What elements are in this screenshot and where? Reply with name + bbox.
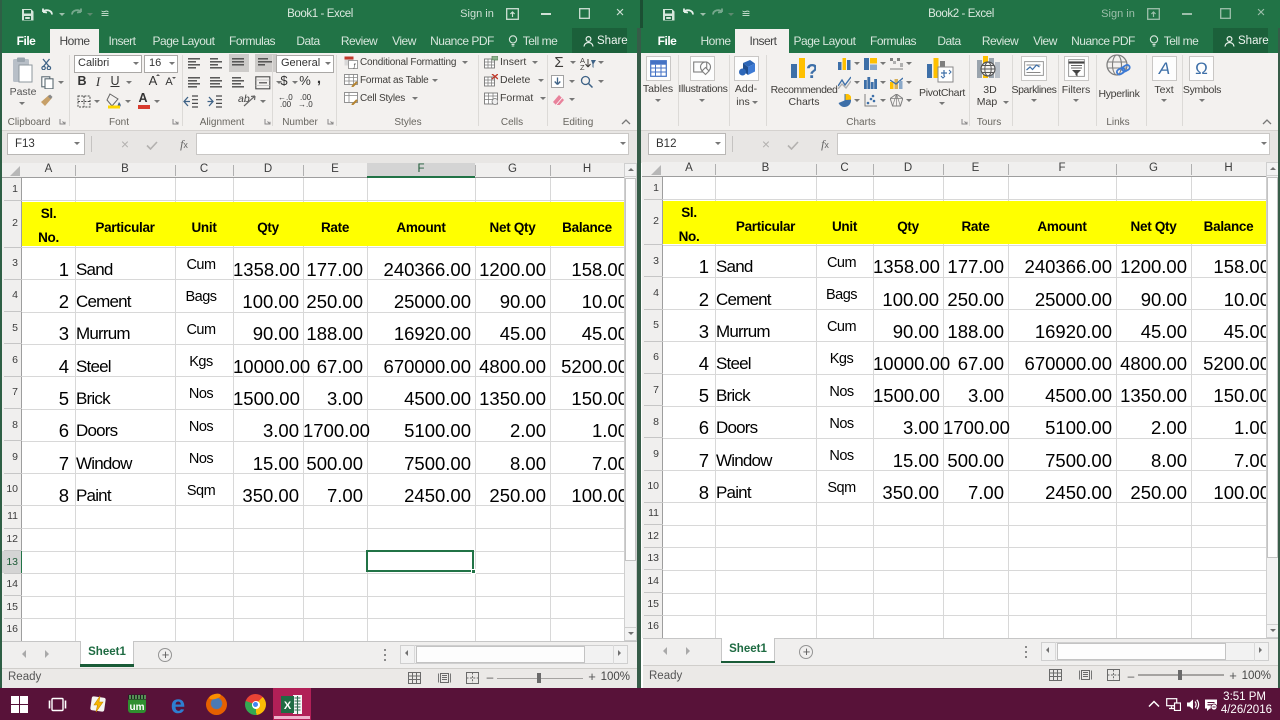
svg-text:?: ? — [806, 61, 816, 83]
svg-text:X: X — [284, 700, 292, 712]
svg-text:.00: .00 — [280, 100, 292, 107]
svg-text:ƒ: ƒ — [353, 64, 356, 70]
svg-text:um: um — [130, 702, 145, 713]
svg-text:→.0: →.0 — [298, 100, 313, 107]
svg-text:Z: Z — [580, 63, 585, 70]
